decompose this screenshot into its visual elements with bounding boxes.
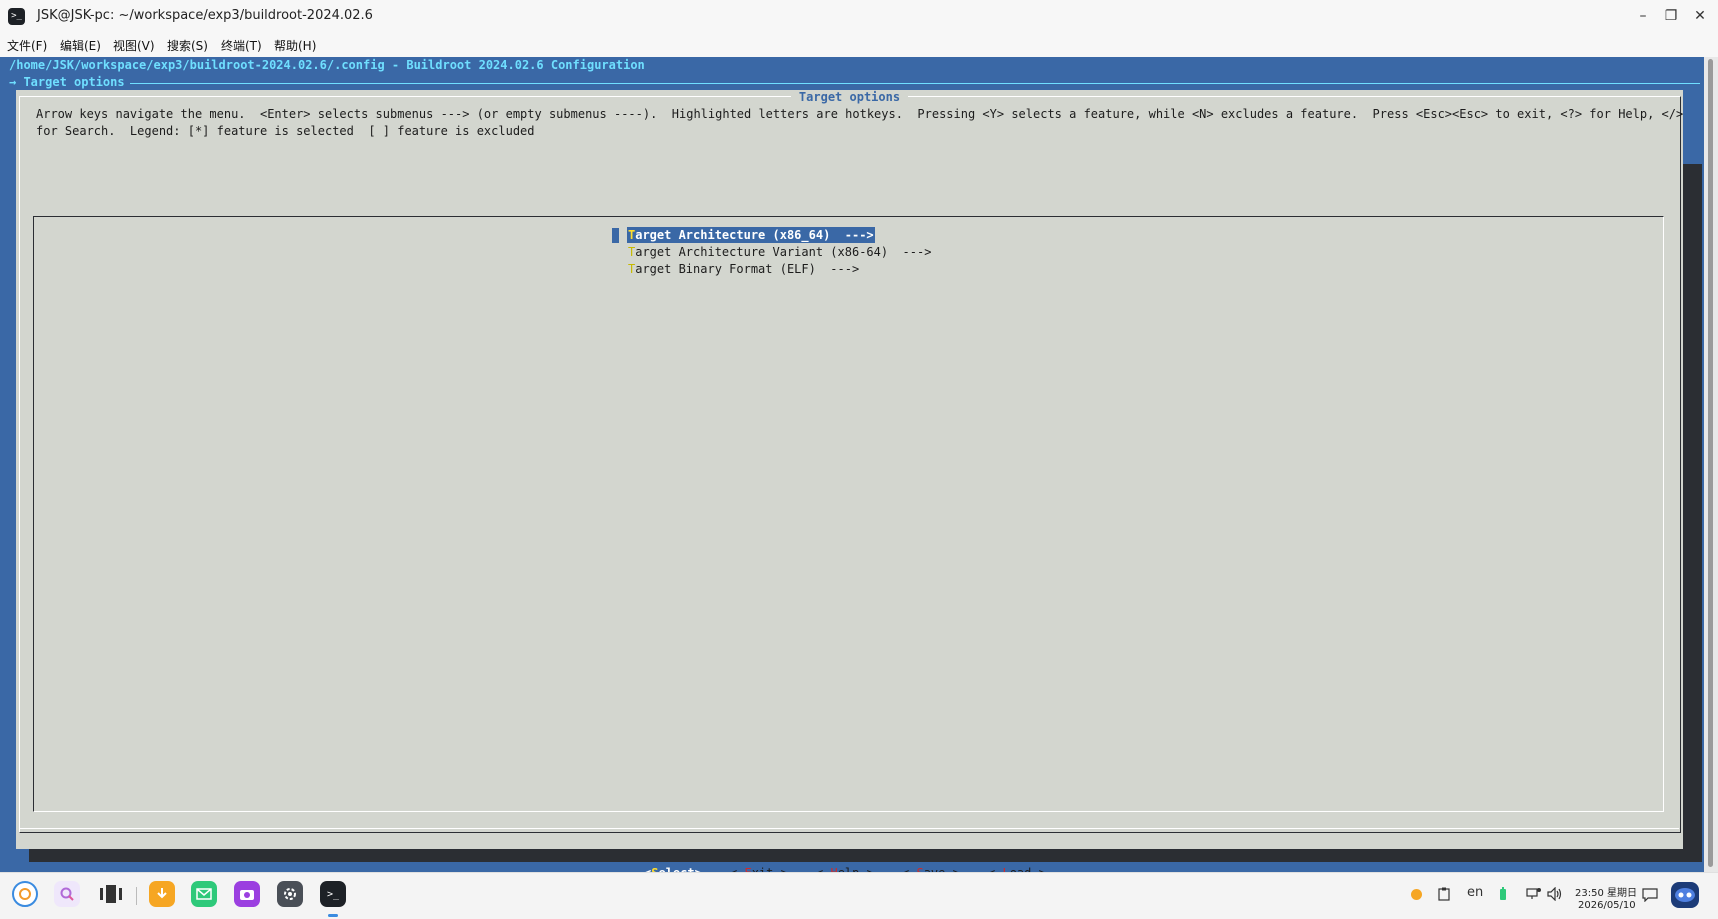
menu-cursor — [612, 228, 619, 243]
assistant-icon[interactable] — [1671, 882, 1699, 908]
notification-dot-icon[interactable] — [1411, 889, 1422, 900]
config-path-header: /home/JSK/workspace/exp3/buildroot-2024.… — [9, 58, 645, 72]
menu-help[interactable]: 帮助(H) — [274, 37, 316, 54]
terminal-app-icon: >_ — [8, 8, 25, 25]
help-line: Arrow keys navigate the menu. <Enter> se… — [36, 107, 1684, 121]
window-titlebar: >_ JSK@JSK-pc: ~/workspace/exp3/buildroo… — [0, 0, 1718, 33]
multitask-view-icon[interactable] — [98, 881, 124, 907]
menuconfig-dialog: Target options Arrow keys navigate the m… — [16, 90, 1683, 881]
window-title: JSK@JSK-pc: ~/workspace/exp3/buildroot-2… — [37, 8, 373, 23]
notification-center-icon[interactable] — [1642, 888, 1658, 906]
menu-terminal[interactable]: 终端(T) — [221, 37, 262, 54]
active-app-indicator — [328, 914, 338, 917]
clock-time[interactable]: 23:50 星期日 — [1575, 884, 1637, 899]
settings-icon[interactable] — [277, 881, 303, 907]
breadcrumb: → Target options — [9, 75, 125, 89]
terminal-scrollbar[interactable] — [1704, 57, 1718, 872]
help-text: Arrow keys navigate the menu. <Enter> se… — [36, 106, 1683, 140]
clock-date[interactable]: 2026/05/10 — [1578, 900, 1636, 911]
volume-icon[interactable] — [1547, 886, 1563, 905]
menu-entry-target-architecture[interactable]: Target Architecture (x86_64) ---> — [627, 227, 875, 243]
breadcrumb-rule — [130, 83, 1700, 84]
menu-search[interactable]: 搜索(S) — [167, 37, 208, 54]
camera-icon[interactable] — [234, 881, 260, 907]
menu-entry-target-architecture-variant[interactable]: Target Architecture Variant (x86-64) ---… — [627, 244, 932, 260]
taskbar: >_ en 23:50 星期日 2026/05/10 — [0, 872, 1718, 919]
menu-list-box: Target Architecture (x86_64) ---> Target… — [33, 216, 1664, 812]
app-store-icon[interactable] — [149, 881, 175, 907]
menu-file[interactable]: 文件(F) — [7, 37, 47, 54]
menubar: 文件(F) 编辑(E) 视图(V) 搜索(S) 终端(T) 帮助(H) — [0, 33, 1718, 57]
minimize-button[interactable]: – — [1630, 4, 1656, 28]
help-line: for Search. Legend: [*] feature is selec… — [36, 124, 535, 138]
scrollbar-thumb[interactable] — [1708, 59, 1713, 867]
terminal-area[interactable]: /home/JSK/workspace/exp3/buildroot-2024.… — [0, 57, 1704, 881]
network-icon[interactable] — [1526, 887, 1542, 905]
close-button[interactable]: ✕ — [1687, 4, 1713, 28]
search-icon[interactable] — [54, 881, 80, 907]
clipboard-icon[interactable] — [1438, 887, 1450, 905]
battery-icon[interactable] — [1499, 887, 1507, 905]
language-indicator[interactable]: en — [1467, 885, 1483, 900]
mail-icon[interactable] — [191, 881, 217, 907]
menu-edit[interactable]: 编辑(E) — [60, 37, 101, 54]
terminal-icon[interactable]: >_ — [320, 881, 346, 907]
restore-button[interactable]: ❐ — [1658, 4, 1684, 28]
menu-entry-target-binary-format[interactable]: Target Binary Format (ELF) ---> — [627, 261, 860, 277]
menu-view[interactable]: 视图(V) — [113, 37, 155, 54]
button-separator — [19, 828, 1679, 829]
dialog-title: Target options — [16, 90, 1683, 104]
launcher-icon[interactable] — [12, 881, 38, 907]
taskbar-divider — [136, 887, 137, 905]
